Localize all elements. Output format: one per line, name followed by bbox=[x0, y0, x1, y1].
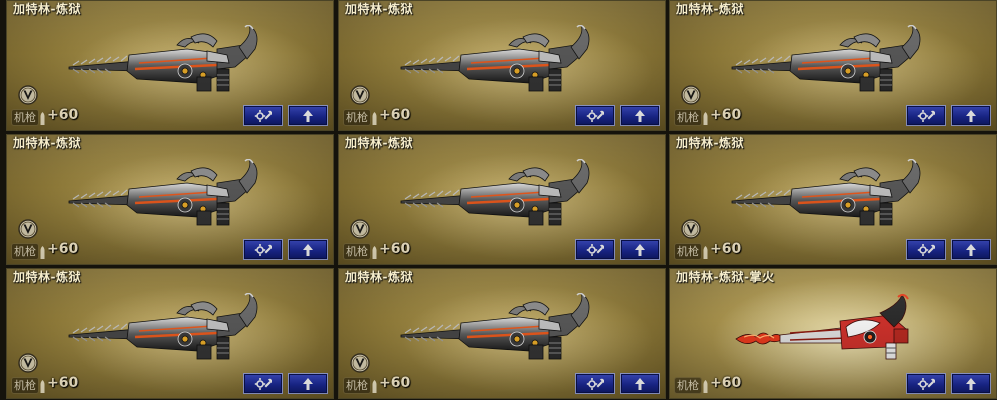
gear-wrench-icon bbox=[254, 109, 272, 123]
weapon-name: 加特林-炼狱 bbox=[13, 136, 81, 150]
gear-wrench-icon bbox=[586, 243, 604, 257]
weapon-type-label: 机枪 bbox=[674, 243, 702, 260]
weapon-inventory-grid: 加特林-炼狱 机枪 +60 加特林-炼狱 机枪 +60 加特林-炼狱 机枪 +6… bbox=[0, 0, 997, 400]
ammo-bonus: +60 bbox=[710, 241, 742, 257]
ammo-bonus: +60 bbox=[47, 107, 79, 123]
weapon-image bbox=[730, 23, 950, 105]
weapon-card[interactable]: 加特林-炼狱 机枪 +60 bbox=[338, 134, 666, 265]
upgrade-button[interactable] bbox=[288, 105, 328, 126]
upgrade-button[interactable] bbox=[951, 105, 991, 126]
arrow-up-icon bbox=[965, 243, 977, 257]
config-button[interactable] bbox=[243, 373, 283, 394]
bullet-icon bbox=[372, 110, 377, 125]
ammo-bonus: +60 bbox=[47, 241, 79, 257]
ammo-bonus: +60 bbox=[47, 375, 79, 391]
weapon-image bbox=[67, 157, 287, 239]
arrow-up-icon bbox=[302, 109, 314, 123]
bullet-icon bbox=[703, 110, 708, 125]
bullet-icon bbox=[40, 110, 45, 125]
weapon-card[interactable]: 加特林-炼狱 机枪 +60 bbox=[669, 0, 997, 131]
arrow-up-icon bbox=[634, 377, 646, 391]
v-rank-icon bbox=[681, 219, 701, 239]
bullet-icon bbox=[372, 378, 377, 393]
weapon-name: 加特林-炼狱 bbox=[13, 2, 81, 16]
bullet-icon bbox=[40, 378, 45, 393]
weapon-card[interactable]: 加特林-炼狱 机枪 +60 bbox=[338, 268, 666, 399]
weapon-image bbox=[730, 293, 950, 373]
v-rank-icon bbox=[350, 219, 370, 239]
upgrade-button[interactable] bbox=[951, 373, 991, 394]
ammo-bonus: +60 bbox=[379, 107, 411, 123]
v-rank-icon bbox=[18, 353, 38, 373]
weapon-name: 加特林-炼狱 bbox=[345, 136, 413, 150]
weapon-image bbox=[399, 291, 619, 373]
weapon-image bbox=[67, 23, 287, 105]
v-rank-icon bbox=[681, 85, 701, 105]
weapon-image bbox=[730, 157, 950, 239]
weapon-image bbox=[67, 291, 287, 373]
gear-wrench-icon bbox=[586, 377, 604, 391]
gear-wrench-icon bbox=[917, 243, 935, 257]
config-button[interactable] bbox=[243, 105, 283, 126]
config-button[interactable] bbox=[906, 105, 946, 126]
weapon-name: 加特林-炼狱 bbox=[345, 270, 413, 284]
arrow-up-icon bbox=[302, 243, 314, 257]
gear-wrench-icon bbox=[586, 109, 604, 123]
weapon-image bbox=[399, 157, 619, 239]
config-button[interactable] bbox=[243, 239, 283, 260]
weapon-name: 加特林-炼狱 bbox=[13, 270, 81, 284]
upgrade-button[interactable] bbox=[951, 239, 991, 260]
gear-wrench-icon bbox=[254, 377, 272, 391]
config-button[interactable] bbox=[906, 373, 946, 394]
upgrade-button[interactable] bbox=[620, 105, 660, 126]
bullet-icon bbox=[703, 244, 708, 259]
config-button[interactable] bbox=[575, 373, 615, 394]
upgrade-button[interactable] bbox=[620, 373, 660, 394]
upgrade-button[interactable] bbox=[288, 239, 328, 260]
config-button[interactable] bbox=[575, 105, 615, 126]
config-button[interactable] bbox=[906, 239, 946, 260]
bullet-icon bbox=[40, 244, 45, 259]
weapon-type-label: 机枪 bbox=[343, 109, 371, 126]
ammo-bonus: +60 bbox=[379, 241, 411, 257]
ammo-bonus: +60 bbox=[710, 107, 742, 123]
weapon-card[interactable]: 加特林-炼狱 机枪 +60 bbox=[669, 134, 997, 265]
arrow-up-icon bbox=[302, 377, 314, 391]
upgrade-button[interactable] bbox=[288, 373, 328, 394]
weapon-type-label: 机枪 bbox=[11, 109, 39, 126]
weapon-name: 加特林-炼狱 bbox=[345, 2, 413, 16]
weapon-type-label: 机枪 bbox=[343, 377, 371, 394]
weapon-card[interactable]: 加特林-炼狱 机枪 +60 bbox=[6, 134, 334, 265]
upgrade-button[interactable] bbox=[620, 239, 660, 260]
weapon-type-label: 机枪 bbox=[11, 377, 39, 394]
weapon-type-label: 机枪 bbox=[674, 377, 702, 394]
gear-wrench-icon bbox=[917, 377, 935, 391]
arrow-up-icon bbox=[965, 109, 977, 123]
weapon-name: 加特林-炼狱-掌火 bbox=[676, 270, 775, 284]
v-rank-icon bbox=[350, 353, 370, 373]
config-button[interactable] bbox=[575, 239, 615, 260]
bullet-icon bbox=[372, 244, 377, 259]
weapon-type-label: 机枪 bbox=[674, 109, 702, 126]
gear-wrench-icon bbox=[917, 109, 935, 123]
ammo-bonus: +60 bbox=[379, 375, 411, 391]
weapon-image bbox=[399, 23, 619, 105]
weapon-card[interactable]: 加特林-炼狱 机枪 +60 bbox=[6, 268, 334, 399]
weapon-name: 加特林-炼狱 bbox=[676, 136, 744, 150]
ammo-bonus: +60 bbox=[710, 375, 742, 391]
bullet-icon bbox=[703, 378, 708, 393]
v-rank-icon bbox=[18, 219, 38, 239]
gear-wrench-icon bbox=[254, 243, 272, 257]
arrow-up-icon bbox=[634, 243, 646, 257]
weapon-card[interactable]: 加特林-炼狱-掌火 机枪 +60 bbox=[669, 268, 997, 399]
weapon-card[interactable]: 加特林-炼狱 机枪 +60 bbox=[338, 0, 666, 131]
weapon-card[interactable]: 加特林-炼狱 机枪 +60 bbox=[6, 0, 334, 131]
v-rank-icon bbox=[18, 85, 38, 105]
weapon-type-label: 机枪 bbox=[11, 243, 39, 260]
weapon-type-label: 机枪 bbox=[343, 243, 371, 260]
arrow-up-icon bbox=[965, 377, 977, 391]
v-rank-icon bbox=[350, 85, 370, 105]
weapon-name: 加特林-炼狱 bbox=[676, 2, 744, 16]
arrow-up-icon bbox=[634, 109, 646, 123]
